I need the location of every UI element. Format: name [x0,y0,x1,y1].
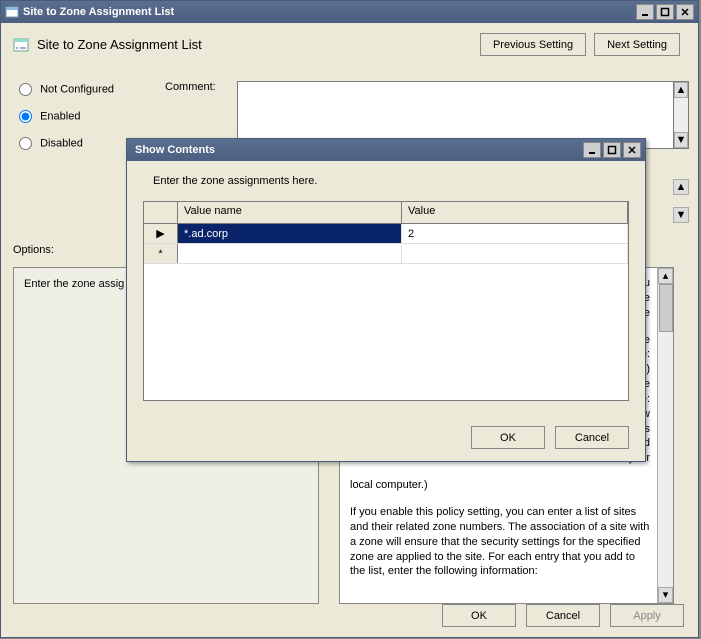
cancel-button[interactable]: Cancel [526,604,600,627]
ok-button[interactable]: OK [442,604,516,627]
main-titlebar[interactable]: Site to Zone Assignment List [1,1,698,23]
dialog-body: Enter the zone assignments here. Value n… [127,161,645,461]
main-title: Site to Zone Assignment List [23,6,636,18]
cell-value-name[interactable]: *.ad.corp [178,224,402,243]
comment-scrollbar[interactable]: ▲ ▼ [673,81,689,149]
options-inner-text: Enter the zone assig [24,278,124,290]
cell-value[interactable]: 2 [402,224,628,243]
scroll-thumb[interactable] [659,284,673,332]
value-grid[interactable]: Value name Value ▶ *.ad.corp 2 * [143,201,629,401]
dialog-titlebar[interactable]: Show Contents [127,139,645,161]
col-header-value[interactable]: Value [402,202,628,223]
table-row-new[interactable]: * [144,244,628,264]
not-configured-radio[interactable] [19,83,32,96]
dialog-minimize-button[interactable] [583,142,601,158]
table-row[interactable]: ▶ *.ad.corp 2 [144,224,628,244]
help-local-line: local computer.) [350,478,650,493]
dialog-close-button[interactable] [623,142,641,158]
apply-button[interactable]: Apply [610,604,684,627]
enabled-label[interactable]: Enabled [40,111,80,123]
minimize-button[interactable] [636,4,654,20]
options-label: Options: [13,244,54,256]
not-configured-label[interactable]: Not Configured [40,84,114,96]
next-setting-button[interactable]: Next Setting [594,33,680,56]
enabled-radio[interactable] [19,110,32,123]
row-indicator-icon: ▶ [144,224,178,243]
cell-value-empty[interactable] [402,244,628,263]
dialog-cancel-button[interactable]: Cancel [555,426,629,449]
grid-corner [144,202,178,223]
disabled-label[interactable]: Disabled [40,138,83,150]
scroll-down-icon[interactable]: ▼ [674,132,688,148]
disabled-radio[interactable] [19,137,32,150]
col-header-value-name[interactable]: Value name [178,202,402,223]
scroll-down-icon[interactable]: ▾ [658,587,673,603]
policy-icon [13,37,29,53]
cell-value-name-empty[interactable] [178,244,402,263]
scroll-up-icon[interactable]: ▲ [674,82,688,98]
help-enable-paragraph: If you enable this policy setting, you c… [350,505,650,579]
maximize-button[interactable] [656,4,674,20]
new-row-icon: * [144,244,178,263]
properties-icon [5,5,19,19]
dialog-maximize-button[interactable] [603,142,621,158]
previous-setting-button[interactable]: Previous Setting [480,33,586,56]
comment-label: Comment: [165,81,216,93]
scroll-up-icon[interactable]: ▴ [658,268,673,284]
grid-header: Value name Value [144,202,628,224]
supported-scroll-up[interactable]: ▲ [673,179,689,195]
show-contents-dialog: Show Contents Enter the zone assignments… [126,138,646,462]
dialog-message: Enter the zone assignments here. [153,175,629,187]
header-title: Site to Zone Assignment List [37,37,202,52]
supported-scroll-down[interactable]: ▼ [673,207,689,223]
dialog-title: Show Contents [131,144,583,156]
dialog-ok-button[interactable]: OK [471,426,545,449]
close-button[interactable] [676,4,694,20]
help-scrollbar[interactable]: ▴ ▾ [657,268,673,603]
